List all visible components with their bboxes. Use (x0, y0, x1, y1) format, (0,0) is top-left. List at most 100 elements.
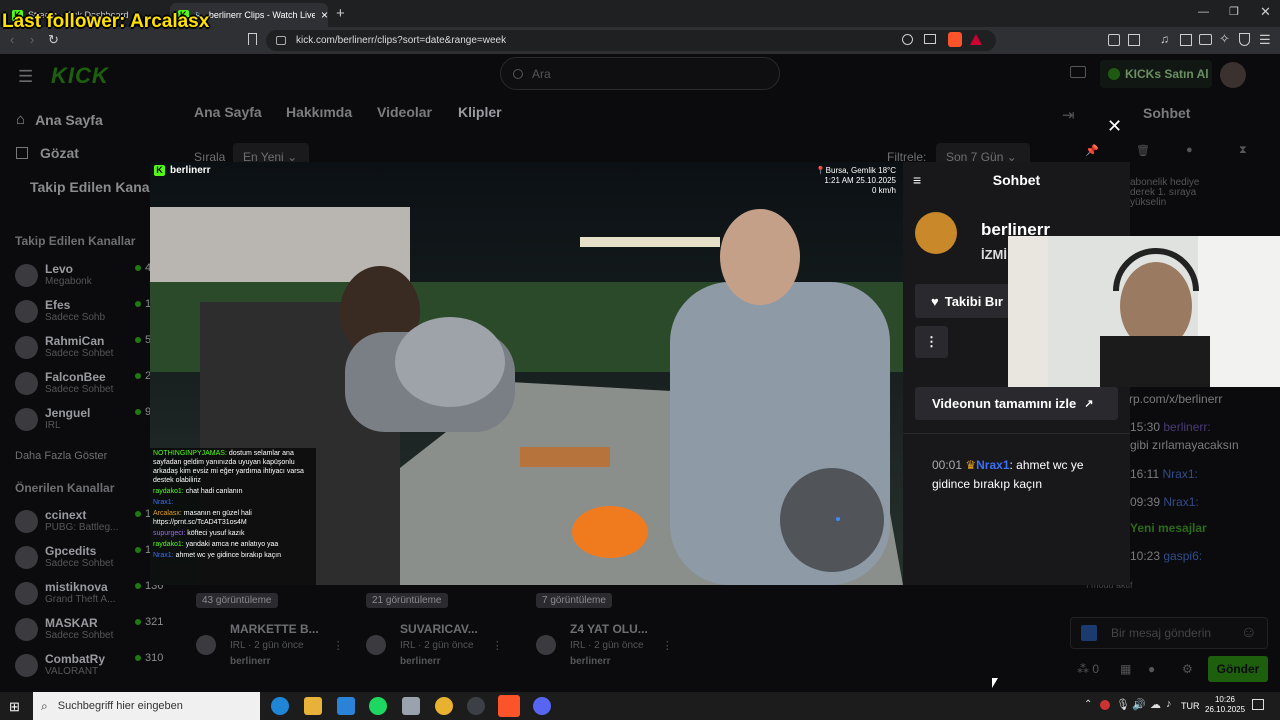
kicks-buy-button[interactable]: KICKs Satın Al (1100, 60, 1212, 88)
clip-video-player[interactable]: Kberlinerr 📍Bursa, Gemlik 18°C 1:21 AM 2… (150, 162, 903, 585)
send-button[interactable]: Gönder (1208, 656, 1268, 682)
channel-avatar[interactable] (915, 212, 957, 254)
emote-icon[interactable]: ● (1186, 144, 1193, 156)
chat-time: 15:30 (1130, 420, 1161, 434)
collapse-chat-icon[interactable]: ⇥ (1062, 106, 1075, 124)
site-settings-icon[interactable] (276, 36, 286, 45)
volume-icon[interactable]: 🔊 (1132, 698, 1146, 711)
extensions-icon[interactable] (1108, 34, 1120, 46)
kicks-buy-label: KICKs Satın Al (1125, 67, 1209, 81)
sidebar-channel-ccinext[interactable]: ccinextPUBG: Battleg...19 (15, 504, 165, 538)
sidebar-channel-rahmican[interactable]: RahmiCanSadece Sohbet51 (15, 330, 165, 364)
brave-icon[interactable] (498, 695, 520, 717)
sidebar-toggle-icon[interactable] (1180, 34, 1192, 46)
tray-app-icon[interactable] (1100, 700, 1110, 710)
more-options-button[interactable]: ⋮ (915, 326, 948, 358)
show-more-link[interactable]: Daha Fazla Göster (15, 450, 107, 462)
sidebar-channel-jenguel[interactable]: Jenguel IRL 9 (15, 402, 165, 436)
edge-icon[interactable] (271, 697, 289, 715)
settings-gear-icon[interactable]: ⚙ (1182, 662, 1193, 676)
file-explorer-icon[interactable] (304, 697, 322, 715)
watch-full-video-button[interactable]: Videonun tamamını izle ↗ (915, 387, 1118, 420)
store-icon[interactable]: ▦ (1120, 662, 1131, 676)
search-bar[interactable]: Ara (500, 57, 780, 90)
sidebar-following[interactable]: Takip Edilen Kanall (30, 179, 157, 195)
network-icon[interactable]: ☁ (1150, 698, 1161, 711)
tab-home[interactable]: Ana Sayfa (194, 104, 262, 120)
theater-icon[interactable] (1070, 66, 1086, 78)
url-input[interactable]: kick.com/berlinerr/clips?sort=date&range… (266, 30, 996, 51)
hamburger-menu-icon[interactable]: ☰ (18, 67, 33, 87)
notifications-icon[interactable] (1252, 699, 1264, 710)
emoji-icon[interactable]: ☺ (1241, 624, 1257, 642)
menu-icon[interactable]: ☰ (1259, 32, 1271, 48)
time-line: 1:21 AM 25.10.2025 (800, 176, 896, 186)
sidebar-channel-mistiknova[interactable]: mistiknova Grand Theft A... 136 (15, 576, 165, 610)
tab-videos[interactable]: Videolar (377, 104, 432, 120)
taskbar-search[interactable]: ⌕ Suchbegriff hier eingeben (33, 692, 260, 720)
chrome-icon[interactable] (435, 697, 453, 715)
zoom-icon[interactable] (902, 34, 913, 45)
taskbar-clock[interactable]: 10:26 26.10.2025 (1205, 695, 1245, 715)
microphone-icon[interactable]: 🎙 (1116, 698, 1130, 711)
language-indicator[interactable]: TUR (1181, 701, 1200, 711)
clip-card[interactable]: 43 görüntüleme MARKETTE B... IRL · 2 gün … (196, 590, 356, 668)
calculator-icon[interactable] (402, 697, 420, 715)
close-window-icon[interactable]: ✕ (1260, 4, 1271, 20)
trash-icon[interactable]: 🗑 (1136, 144, 1150, 157)
brave-shield-icon[interactable] (948, 32, 962, 47)
close-modal-icon[interactable]: ✕ (1107, 116, 1122, 137)
sidebar-channel-maskar[interactable]: MASKAR Sadece Sohbet 321 (15, 612, 165, 646)
timer-icon[interactable]: ⧗ (1239, 144, 1247, 157)
tab-about[interactable]: Hakkımda (286, 104, 352, 120)
new-tab-icon[interactable]: + (336, 5, 345, 22)
chat-bubble-icon[interactable]: ● (1148, 662, 1155, 676)
pin-icon[interactable]: 📌 (1085, 144, 1099, 157)
store-icon[interactable] (337, 697, 355, 715)
more-options-icon[interactable]: ⋮ (662, 639, 673, 652)
more-options-icon[interactable]: ⋮ (333, 639, 344, 652)
sidebar-channel-levo[interactable]: LevoMegabonk4,1 (15, 258, 165, 292)
channel-category: Sadece Sohbet (45, 348, 114, 359)
sidebar-home[interactable]: ⌂ Ana Sayfa (16, 111, 103, 128)
location-line: 📍Bursa, Gemlik 18°C (800, 166, 896, 176)
watch-full-video-label: Videonun tamamını izle (932, 396, 1077, 411)
back-icon[interactable]: ‹ (10, 32, 14, 47)
points-counter[interactable]: ⁂ 0 (1077, 662, 1099, 676)
reload-icon[interactable]: ↻ (48, 32, 59, 48)
sidebar-channel-gpcedits[interactable]: GpceditsSadece Sohbet17 (15, 540, 165, 574)
share-icon[interactable] (924, 34, 936, 44)
tab-clips[interactable]: Klipler (458, 104, 502, 120)
unfollow-button[interactable]: ♥ Takibi Bır (915, 284, 1020, 318)
gift-line: yükselin (1130, 197, 1167, 208)
vpn-icon[interactable] (1239, 33, 1250, 46)
close-tab-icon[interactable]: × (321, 8, 328, 22)
media-icon[interactable]: ♫ (1160, 32, 1169, 46)
clip-card[interactable]: 7 görüntüleme Z4 YAT OLU... IRL · 2 gün ö… (536, 590, 696, 668)
restore-icon[interactable]: ❐ (1229, 5, 1239, 18)
minimize-icon[interactable]: — (1198, 6, 1209, 18)
start-menu-icon[interactable]: ⊞ (9, 699, 20, 715)
viewer-count: 310 (135, 652, 163, 664)
sidebar-browse[interactable]: Gözat (16, 145, 79, 161)
sidebar-channel-combatry[interactable]: CombatRy VALORANT 310 (15, 648, 165, 682)
more-options-icon[interactable]: ⋮ (492, 639, 503, 652)
brave-rewards-icon[interactable] (970, 34, 982, 45)
spotify-icon[interactable] (369, 697, 387, 715)
forward-icon[interactable]: › (30, 32, 34, 47)
kick-logo[interactable]: KICK (51, 63, 109, 89)
chat-message-input[interactable]: Bir mesaj gönderin ☺ (1070, 617, 1268, 649)
tray-chevron-icon[interactable]: ⌃ (1084, 699, 1092, 710)
discord-icon[interactable] (533, 697, 551, 715)
sidebar-channel-falconbee[interactable]: FalconBeeSadece Sohbet22 (15, 366, 165, 400)
leo-ai-icon[interactable]: ✧ (1219, 31, 1230, 47)
speaker-tray-icon[interactable]: ♪ (1166, 698, 1172, 710)
wallet-icon[interactable] (1199, 34, 1212, 45)
obs-icon[interactable] (467, 697, 485, 715)
screenshot-icon[interactable] (1128, 34, 1140, 46)
user-avatar[interactable] (1220, 62, 1246, 88)
chat-link[interactable]: rp.com/x/berlinerr (1129, 392, 1222, 406)
bookmark-icon[interactable] (248, 33, 257, 45)
sidebar-channel-efes[interactable]: EfesSadece Sohb1,2 (15, 294, 165, 328)
clip-card[interactable]: 21 görüntüleme SUVARICAV... IRL · 2 gün ö… (366, 590, 526, 668)
